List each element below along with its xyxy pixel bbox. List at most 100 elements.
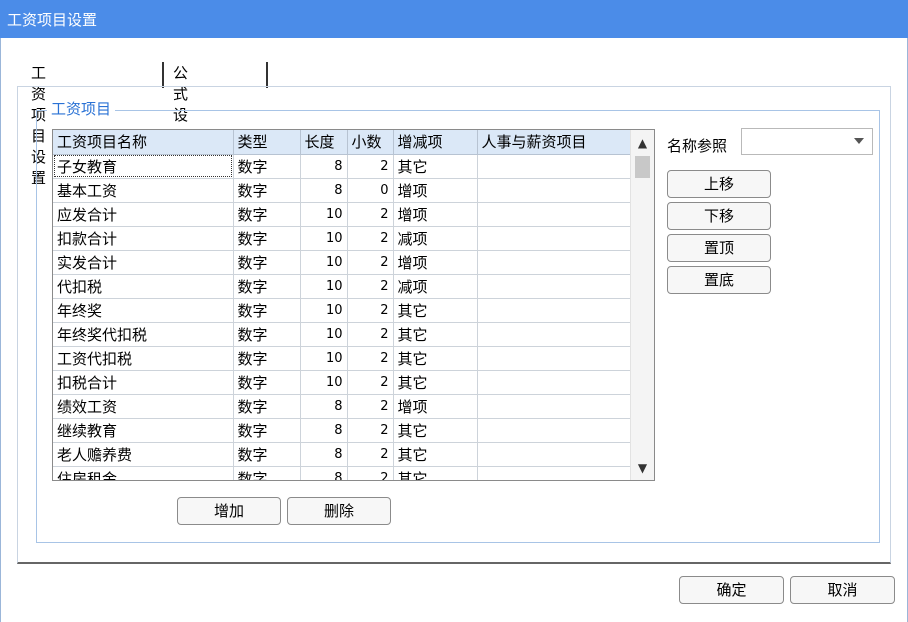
length-cell[interactable]: 8 xyxy=(300,154,348,179)
name-reference-select[interactable] xyxy=(741,128,873,155)
scrollbar-thumb[interactable] xyxy=(635,156,650,178)
decimals-cell[interactable]: 2 xyxy=(347,418,394,443)
item-name-cell[interactable]: 继续教育 xyxy=(53,418,234,443)
decimals-cell[interactable]: 2 xyxy=(347,322,394,347)
table-row[interactable]: 扣款合计 数字 10 2 减项 xyxy=(53,226,633,251)
length-cell[interactable]: 10 xyxy=(300,202,348,227)
type-cell[interactable]: 数字 xyxy=(233,154,301,179)
item-name-cell[interactable]: 年终奖代扣税 xyxy=(53,322,234,347)
cancel-button[interactable]: 取消 xyxy=(790,576,895,604)
length-cell[interactable]: 10 xyxy=(300,322,348,347)
hr-item-cell[interactable] xyxy=(477,394,633,419)
column-header-decimals[interactable]: 小数 xyxy=(347,130,394,155)
inc-dec-cell[interactable]: 减项 xyxy=(393,226,478,251)
length-cell[interactable]: 10 xyxy=(300,298,348,323)
table-row[interactable]: 老人赡养费 数字 8 2 其它 xyxy=(53,442,633,467)
table-row[interactable]: 应发合计 数字 10 2 增项 xyxy=(53,202,633,227)
column-header-name[interactable]: 工资项目名称 xyxy=(53,130,234,155)
hr-item-cell[interactable] xyxy=(477,154,633,179)
item-name-cell[interactable]: 子女教育 xyxy=(53,154,234,179)
item-name-cell[interactable]: 年终奖 xyxy=(53,298,234,323)
type-cell[interactable]: 数字 xyxy=(233,466,301,480)
table-row[interactable]: 工资代扣税 数字 10 2 其它 xyxy=(53,346,633,371)
tab-formula[interactable]: 公式设置 xyxy=(173,62,188,145)
table-row[interactable]: 实发合计 数字 10 2 增项 xyxy=(53,250,633,275)
length-cell[interactable]: 8 xyxy=(300,178,348,203)
type-cell[interactable]: 数字 xyxy=(233,442,301,467)
hr-item-cell[interactable] xyxy=(477,250,633,275)
table-row[interactable]: 年终奖 数字 10 2 其它 xyxy=(53,298,633,323)
decimals-cell[interactable]: 2 xyxy=(347,370,394,395)
move-bottom-button[interactable]: 置底 xyxy=(667,266,771,294)
decimals-cell[interactable]: 2 xyxy=(347,442,394,467)
delete-item-button[interactable]: 删除 xyxy=(287,497,391,525)
inc-dec-cell[interactable]: 增项 xyxy=(393,178,478,203)
column-header-length[interactable]: 长度 xyxy=(300,130,348,155)
decimals-cell[interactable]: 2 xyxy=(347,154,394,179)
type-cell[interactable]: 数字 xyxy=(233,250,301,275)
length-cell[interactable]: 8 xyxy=(300,466,348,480)
inc-dec-cell[interactable]: 其它 xyxy=(393,322,478,347)
item-name-cell[interactable]: 实发合计 xyxy=(53,250,234,275)
table-row[interactable]: 年终奖代扣税 数字 10 2 其它 xyxy=(53,322,633,347)
hr-item-cell[interactable] xyxy=(477,466,633,480)
decimals-cell[interactable]: 0 xyxy=(347,178,394,203)
chevron-down-icon[interactable]: ▼ xyxy=(631,458,654,478)
inc-dec-cell[interactable]: 其它 xyxy=(393,346,478,371)
length-cell[interactable]: 10 xyxy=(300,370,348,395)
add-item-button[interactable]: 增加 xyxy=(177,497,281,525)
hr-item-cell[interactable] xyxy=(477,178,633,203)
item-name-cell[interactable]: 应发合计 xyxy=(53,202,234,227)
table-row[interactable]: 继续教育 数字 8 2 其它 xyxy=(53,418,633,443)
type-cell[interactable]: 数字 xyxy=(233,418,301,443)
item-name-cell[interactable]: 绩效工资 xyxy=(53,394,234,419)
item-name-cell[interactable]: 住房租金 xyxy=(53,466,234,480)
table-row[interactable]: 子女教育 数字 8 2 其它 xyxy=(53,154,633,179)
decimals-cell[interactable]: 2 xyxy=(347,394,394,419)
hr-item-cell[interactable] xyxy=(477,226,633,251)
move-up-button[interactable]: 上移 xyxy=(667,170,771,198)
table-row[interactable]: 代扣税 数字 10 2 减项 xyxy=(53,274,633,299)
chevron-up-icon[interactable]: ▲ xyxy=(631,133,654,153)
table-row[interactable]: 绩效工资 数字 8 2 增项 xyxy=(53,394,633,419)
decimals-cell[interactable]: 2 xyxy=(347,298,394,323)
column-header-hr-item[interactable]: 人事与薪资项目 xyxy=(477,130,633,155)
item-name-cell[interactable]: 扣款合计 xyxy=(53,226,234,251)
length-cell[interactable]: 10 xyxy=(300,250,348,275)
type-cell[interactable]: 数字 xyxy=(233,322,301,347)
inc-dec-cell[interactable]: 其它 xyxy=(393,466,478,480)
item-name-cell[interactable]: 扣税合计 xyxy=(53,370,234,395)
hr-item-cell[interactable] xyxy=(477,370,633,395)
ok-button[interactable]: 确定 xyxy=(679,576,784,604)
type-cell[interactable]: 数字 xyxy=(233,178,301,203)
length-cell[interactable]: 8 xyxy=(300,418,348,443)
item-name-cell[interactable]: 老人赡养费 xyxy=(53,442,234,467)
item-name-cell[interactable]: 工资代扣税 xyxy=(53,346,234,371)
length-cell[interactable]: 10 xyxy=(300,274,348,299)
type-cell[interactable]: 数字 xyxy=(233,394,301,419)
inc-dec-cell[interactable]: 其它 xyxy=(393,418,478,443)
vertical-scrollbar[interactable]: ▲ ▼ xyxy=(630,130,654,480)
window-titlebar[interactable]: 工资项目设置 xyxy=(0,0,908,38)
inc-dec-cell[interactable]: 其它 xyxy=(393,298,478,323)
type-cell[interactable]: 数字 xyxy=(233,274,301,299)
inc-dec-cell[interactable]: 增项 xyxy=(393,250,478,275)
table-row[interactable]: 住房租金 数字 8 2 其它 xyxy=(53,466,633,480)
length-cell[interactable]: 10 xyxy=(300,346,348,371)
length-cell[interactable]: 8 xyxy=(300,394,348,419)
decimals-cell[interactable]: 2 xyxy=(347,274,394,299)
hr-item-cell[interactable] xyxy=(477,418,633,443)
hr-item-cell[interactable] xyxy=(477,274,633,299)
column-header-type[interactable]: 类型 xyxy=(233,130,301,155)
inc-dec-cell[interactable]: 其它 xyxy=(393,370,478,395)
type-cell[interactable]: 数字 xyxy=(233,346,301,371)
decimals-cell[interactable]: 2 xyxy=(347,202,394,227)
inc-dec-cell[interactable]: 增项 xyxy=(393,202,478,227)
type-cell[interactable]: 数字 xyxy=(233,202,301,227)
item-name-cell[interactable]: 代扣税 xyxy=(53,274,234,299)
inc-dec-cell[interactable]: 增项 xyxy=(393,394,478,419)
length-cell[interactable]: 10 xyxy=(300,226,348,251)
tab-salary-items[interactable]: 工资项目设置 xyxy=(31,62,46,187)
type-cell[interactable]: 数字 xyxy=(233,226,301,251)
type-cell[interactable]: 数字 xyxy=(233,298,301,323)
